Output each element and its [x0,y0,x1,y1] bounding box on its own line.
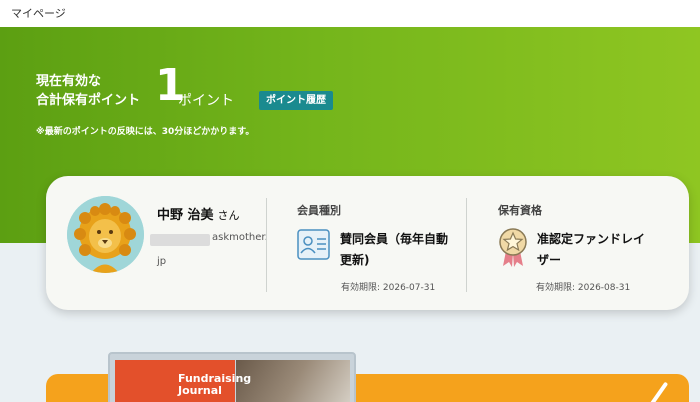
user-name: 中野 治美 さん [157,204,240,223]
email-redacted [150,234,210,246]
points-label: 現在有効な 合計保有ポイント [36,72,140,110]
points-label-line2: 合計保有ポイント [36,93,141,108]
email-domain-tail: jp [157,256,167,267]
profile-card: 中野 治美 さん askmother. jp 会員種別 賛同会員（毎年自動 更新)… [46,176,689,310]
award-badge-icon [499,228,527,267]
qualification-expiry: 有効期限: 2026-08-31 [536,283,631,293]
journal-title: Fundraising Journal [178,373,251,397]
membership-value-line2: 更新) [340,253,370,267]
points-label-line1: 現在有効な [36,74,102,89]
page-title: マイページ [11,7,66,20]
divider [266,198,267,292]
membership-value-line1: 賛同会員（毎年自動 [340,232,449,246]
qualification-title: 保有資格 [498,204,542,217]
journal-photo [236,360,350,402]
membership-value: 賛同会員（毎年自動 更新) [340,229,448,271]
user-name-text: 中野 治美 [157,208,214,223]
qualification-value-line1: 准認定ファンドレイ [537,232,646,246]
top-bar: マイページ [0,0,700,27]
divider [466,198,467,292]
point-history-button[interactable]: ポイント履歴 [259,91,333,110]
avatar [67,196,144,273]
id-card-icon [297,229,330,260]
qualification-value-line2: ザー [537,253,562,267]
journal-title-line2: Journal [178,384,222,397]
membership-expiry: 有効期限: 2026-07-31 [341,283,436,293]
email-domain: askmother. [212,232,268,243]
points-unit: ポイント [178,93,234,109]
user-honorific: さん [217,209,240,222]
points-note: ※最新のポイントの反映には、30分ほどかかります。 [36,127,255,137]
lion-avatar-icon [67,196,144,273]
qualification-value: 准認定ファンドレイ ザー [537,229,645,271]
membership-title: 会員種別 [297,204,341,217]
